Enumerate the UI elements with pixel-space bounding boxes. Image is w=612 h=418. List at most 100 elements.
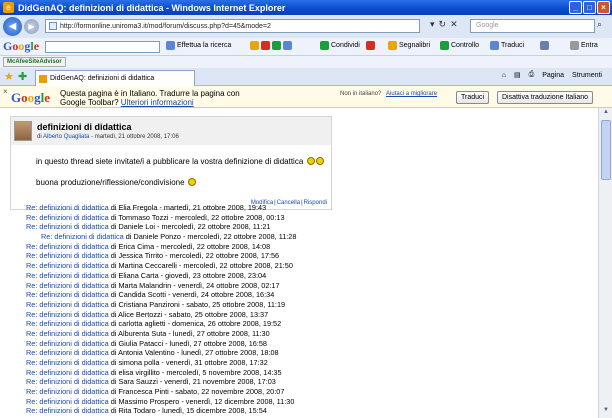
reply-title-link[interactable]: Re: definizioni di didattica bbox=[26, 203, 109, 212]
mcafee-bar: McAfeeSiteAdvisor bbox=[0, 56, 612, 68]
reply-title-link[interactable]: Re: definizioni di didattica bbox=[26, 319, 109, 328]
reply-meta: di elisa virgillito - mercoledì, 5 novem… bbox=[108, 367, 282, 377]
google-toolbar: Google Effettua la ricerca Condividi Seg… bbox=[0, 38, 612, 56]
not-italian-text: Non in italiano? bbox=[340, 91, 382, 97]
reply-title-link[interactable]: Re: definizioni di didattica bbox=[26, 358, 109, 367]
reply-title-link[interactable]: Re: definizioni di didattica bbox=[26, 213, 109, 222]
close-icon[interactable]: × bbox=[3, 87, 8, 96]
minimize-button[interactable]: _ bbox=[569, 1, 582, 14]
reply-meta: di carlotta aglietti - domenica, 26 otto… bbox=[108, 319, 282, 329]
list-item: Re: definizioni di didattica di Erica Ci… bbox=[26, 242, 596, 252]
help-improve-link[interactable]: Aiutaci a migliorare bbox=[386, 91, 437, 97]
refresh-icon[interactable]: ↻ bbox=[439, 19, 447, 30]
reply-title-link[interactable]: Re: definizioni di didattica bbox=[26, 329, 109, 338]
vertical-scrollbar[interactable]: ▲ ▼ bbox=[598, 108, 612, 418]
settings-button[interactable] bbox=[540, 41, 549, 50]
favorites-star-icon[interactable]: ★ bbox=[4, 70, 14, 83]
forward-button[interactable]: ▶ bbox=[24, 19, 39, 34]
tab-active[interactable]: DidGenAQ: definizioni di didattica bbox=[35, 70, 195, 86]
reply-title-link[interactable]: Re: definizioni di didattica bbox=[26, 310, 109, 319]
post-author-link[interactable]: Alberto Quagliata bbox=[43, 134, 89, 140]
reply-title-link[interactable]: Re: definizioni di didattica bbox=[26, 290, 109, 299]
list-item: Re: definizioni di didattica di Marta Ma… bbox=[26, 281, 596, 291]
stop-icon[interactable]: ✕ bbox=[450, 19, 458, 30]
scroll-down-icon[interactable]: ▼ bbox=[601, 407, 611, 417]
translate-label: Traduci bbox=[501, 42, 525, 49]
reply-title-link[interactable]: Re: definizioni di didattica bbox=[26, 397, 109, 406]
reply-title-link[interactable]: Re: definizioni di didattica bbox=[26, 339, 109, 348]
site-favicon bbox=[39, 74, 47, 83]
list-item: Re: definizioni di didattica di Tommaso … bbox=[26, 213, 596, 223]
post-date: - martedì, 21 ottobre 2008, 17:06 bbox=[89, 134, 179, 140]
translate-button[interactable]: Traduci bbox=[490, 41, 524, 50]
address-bar[interactable]: http://formonline.uniroma3.it/mod/forum/… bbox=[45, 19, 420, 33]
docs-icon[interactable] bbox=[283, 41, 292, 50]
print-icon[interactable]: ⎙ bbox=[529, 71, 535, 79]
translate-page-button[interactable]: Traduci bbox=[456, 91, 490, 104]
news-icon[interactable] bbox=[250, 41, 259, 50]
disable-translation-button[interactable]: Disattiva traduzione Italiano bbox=[497, 91, 593, 104]
reply-title-link[interactable]: Re: definizioni di didattica bbox=[26, 368, 109, 377]
user-icon bbox=[570, 41, 579, 50]
mcafee-brand: McAfee bbox=[7, 59, 29, 65]
list-item: Re: definizioni di didattica di simona p… bbox=[26, 358, 596, 368]
reply-title-link[interactable]: Re: definizioni di didattica bbox=[26, 348, 109, 357]
share-button[interactable]: Condividi bbox=[320, 41, 360, 50]
smiley-icon bbox=[187, 178, 196, 186]
google-search-input[interactable] bbox=[45, 41, 160, 53]
maps-icon[interactable] bbox=[272, 41, 281, 50]
back-button[interactable]: ◀ bbox=[3, 17, 22, 36]
reply-title-link[interactable]: Re: definizioni di didattica bbox=[26, 261, 109, 270]
add-favorites-icon[interactable]: ✚ bbox=[18, 70, 27, 83]
search-icon[interactable]: ⌕ bbox=[597, 19, 602, 30]
url-text: http://formonline.uniroma3.it/mod/forum/… bbox=[60, 22, 271, 30]
scrollbar-thumb[interactable] bbox=[601, 120, 611, 180]
reply-meta: di Tommaso Tozzi - mercoledì, 22 ottobre… bbox=[108, 212, 285, 222]
window-title-bar: e DidGenAQ: definizioni di didattica - W… bbox=[0, 0, 612, 15]
feeds-icon[interactable]: ▤ bbox=[514, 71, 521, 79]
reply-meta: di Elia Fregola - martedì, 21 ottobre 20… bbox=[108, 203, 267, 212]
tools-menu[interactable]: Strumenti bbox=[572, 72, 602, 79]
reply-meta: di Candida Scotti - venerdì, 24 ottobre … bbox=[108, 290, 275, 300]
list-item: Re: definizioni di didattica di elisa vi… bbox=[26, 368, 596, 378]
more-info-link[interactable]: Ulteriori informazioni bbox=[121, 98, 194, 107]
home-icon[interactable]: ⌂ bbox=[502, 72, 506, 79]
reply-title-link[interactable]: Re: definizioni di didattica bbox=[26, 242, 109, 251]
gmail-icon[interactable] bbox=[261, 41, 270, 50]
page-icon bbox=[49, 22, 57, 30]
post-body-line2: buona produzione/riflessione/condivision… bbox=[36, 178, 196, 187]
translate-help: Non in italiano? Aiutaci a migliorare bbox=[340, 91, 437, 97]
list-item: Re: definizioni di didattica di Eliana C… bbox=[26, 271, 596, 281]
reply-title-link[interactable]: Re: definizioni di didattica bbox=[26, 406, 109, 415]
avatar[interactable] bbox=[14, 121, 32, 141]
reply-title-link[interactable]: Re: definizioni di didattica bbox=[41, 232, 124, 241]
list-item: Re: definizioni di didattica di Cristian… bbox=[26, 300, 596, 310]
bookmarks-button[interactable]: Segnalibri bbox=[388, 41, 430, 50]
autofill-button[interactable]: Controllo bbox=[440, 41, 479, 50]
star-icon bbox=[388, 41, 397, 50]
translate-icon bbox=[490, 41, 499, 50]
dropdown-icon[interactable]: ▾ bbox=[430, 19, 435, 30]
scroll-up-icon[interactable]: ▲ bbox=[601, 109, 611, 119]
reply-title-link[interactable]: Re: definizioni di didattica bbox=[26, 377, 109, 386]
maximize-button[interactable]: □ bbox=[583, 1, 596, 14]
reply-title-link[interactable]: Re: definizioni di didattica bbox=[26, 222, 109, 231]
reply-meta: di Alice Bertozzi - sabato, 25 ottobre 2… bbox=[108, 309, 269, 319]
reply-title-link[interactable]: Re: definizioni di didattica bbox=[26, 281, 109, 290]
signin-button[interactable]: Entra bbox=[570, 41, 598, 50]
google-logo: Google bbox=[11, 90, 51, 105]
share-icon bbox=[320, 41, 329, 50]
close-button[interactable]: × bbox=[597, 1, 610, 14]
list-item: Re: definizioni di didattica di Giulia P… bbox=[26, 339, 596, 349]
google-search-button[interactable]: Effettua la ricerca bbox=[166, 41, 231, 50]
reply-title-link[interactable]: Re: definizioni di didattica bbox=[26, 300, 109, 309]
page-menu[interactable]: Pagina bbox=[542, 72, 564, 79]
reply-meta: di Francesca Pinti - sabato, 22 novembre… bbox=[108, 387, 285, 397]
search-input[interactable]: Google bbox=[470, 19, 595, 33]
blocked-popups-button[interactable] bbox=[366, 41, 375, 50]
mcafee-siteadvisor-button[interactable]: McAfeeSiteAdvisor bbox=[3, 57, 66, 67]
reply-title-link[interactable]: Re: definizioni di didattica bbox=[26, 251, 109, 260]
list-item: Re: definizioni di didattica di Candida … bbox=[26, 290, 596, 300]
reply-title-link[interactable]: Re: definizioni di didattica bbox=[26, 387, 109, 396]
reply-title-link[interactable]: Re: definizioni di didattica bbox=[26, 271, 109, 280]
